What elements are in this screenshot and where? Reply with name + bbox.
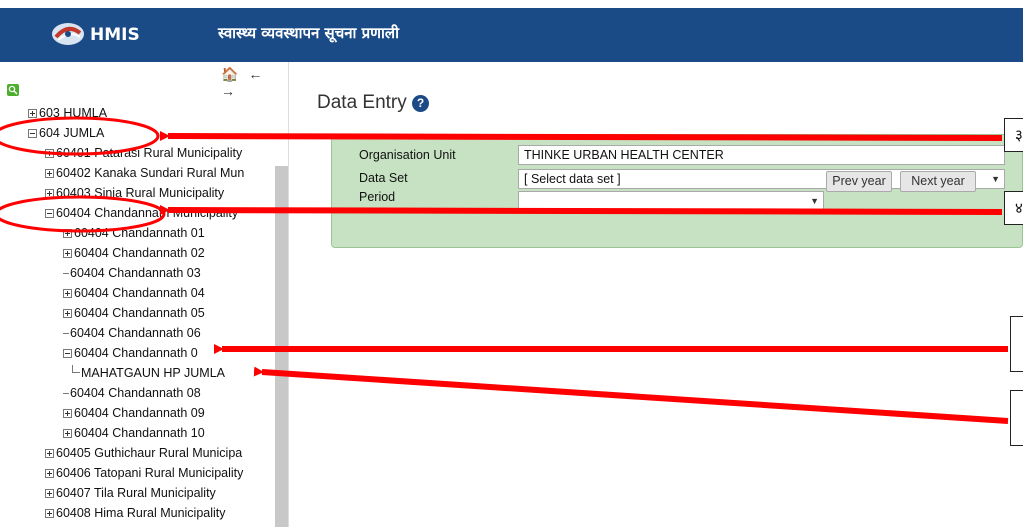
tree-item-label: 60405 Guthichaur Rural Municipa bbox=[56, 446, 243, 460]
expand-icon[interactable] bbox=[63, 289, 72, 298]
org-unit-field[interactable]: THINKE URBAN HEALTH CENTER bbox=[518, 145, 1005, 165]
chevron-down-icon: ▼ bbox=[810, 196, 819, 206]
sidebar-scrollbar[interactable] bbox=[275, 166, 288, 527]
org-unit-sidebar: 🏠 ← → 603 HUMLA 604 JUMLA 60401 Patarasi R… bbox=[0, 62, 289, 527]
help-icon[interactable]: ? bbox=[412, 95, 430, 112]
collapse-icon[interactable] bbox=[45, 209, 54, 218]
tree-item[interactable]: 60404 Chandannath 03 bbox=[63, 263, 201, 283]
tree-item-label: 60404 Chandannath 08 bbox=[70, 386, 201, 400]
tree-item-label: 60404 Chandannath 02 bbox=[74, 246, 205, 260]
expand-icon[interactable] bbox=[45, 149, 54, 158]
tree-connector bbox=[63, 273, 69, 275]
expand-icon[interactable] bbox=[28, 109, 37, 118]
tree-item[interactable]: 603 HUMLA bbox=[28, 103, 107, 123]
search-icon[interactable] bbox=[7, 84, 19, 96]
tree-item-label: 60406 Tatopani Rural Municipality bbox=[56, 466, 244, 480]
tree-item[interactable]: 60404 Chandannath 06 bbox=[63, 323, 201, 343]
tree-item[interactable]: 60401 Patarasi Rural Municipality bbox=[45, 143, 242, 163]
tree-item-label: 60404 Chandannath 05 bbox=[74, 306, 205, 320]
tree-item[interactable]: 60404 Chandannath 02 bbox=[63, 243, 205, 263]
callout-box: ४ bbox=[1004, 191, 1023, 225]
tree-item[interactable]: 60408 Hima Rural Municipality bbox=[45, 503, 226, 523]
app-subtitle: स्वास्थ्य व्यवस्थापन सूचना प्रणाली bbox=[218, 24, 399, 42]
tree-item[interactable]: 60407 Tila Rural Municipality bbox=[45, 483, 216, 503]
tree-connector bbox=[63, 333, 69, 335]
tree-item[interactable]: 604 JUMLA bbox=[28, 123, 104, 143]
tree-item[interactable]: 60404 Chandannath 0 bbox=[63, 343, 198, 363]
expand-icon[interactable] bbox=[63, 409, 72, 418]
tree-item[interactable]: 60404 Chandannath 04 bbox=[63, 283, 205, 303]
tree-item-label: 60407 Tila Rural Municipality bbox=[56, 486, 216, 500]
expand-icon[interactable] bbox=[63, 229, 72, 238]
expand-icon[interactable] bbox=[63, 309, 72, 318]
top-cropped-strip bbox=[0, 0, 1023, 8]
org-unit-label: Organisation Unit bbox=[359, 148, 456, 162]
page-title: Data Entry ? bbox=[317, 92, 430, 114]
tree-item[interactable]: 60405 Guthichaur Rural Municipa bbox=[45, 443, 242, 463]
page-title-text: Data Entry bbox=[317, 92, 407, 113]
expand-icon[interactable] bbox=[45, 169, 54, 178]
tree-item-label: 60401 Patarasi Rural Municipality bbox=[56, 146, 243, 160]
tree-item-label: 60402 Kanaka Sundari Rural Mun bbox=[56, 166, 245, 180]
tree-item-label: 60403 Sinja Rural Municipality bbox=[56, 186, 225, 200]
expand-icon[interactable] bbox=[45, 449, 54, 458]
callout-box bbox=[1010, 316, 1023, 372]
tree-item[interactable]: MAHATGAUN HP JUMLA bbox=[72, 363, 225, 383]
tree-item[interactable]: 60404 Chandannath 08 bbox=[63, 383, 201, 403]
expand-icon[interactable] bbox=[45, 489, 54, 498]
tree-item-label: 60404 Chandannath 03 bbox=[70, 266, 201, 280]
chevron-down-icon: ▼ bbox=[991, 174, 1000, 184]
collapse-icon[interactable] bbox=[63, 349, 72, 358]
tree-item[interactable]: 60404 Chandannath 01 bbox=[63, 223, 205, 243]
tree-item-label: 60404 Chandannath 09 bbox=[74, 406, 205, 420]
tree-item-label: 603 HUMLA bbox=[39, 106, 108, 120]
dataset-label: Data Set bbox=[359, 171, 408, 185]
expand-icon[interactable] bbox=[45, 509, 54, 518]
hmis-logo-icon bbox=[52, 23, 84, 45]
expand-icon[interactable] bbox=[63, 249, 72, 258]
dataset-select-value: [ Select data set ] bbox=[524, 172, 621, 186]
app-brand[interactable]: HMIS bbox=[90, 25, 140, 45]
tree-item-label: MAHATGAUN HP JUMLA bbox=[81, 366, 226, 380]
next-year-button[interactable]: Next year bbox=[900, 171, 976, 192]
tree-item-label: 604 JUMLA bbox=[39, 126, 105, 140]
tree-item-label: 60404 Chandannath 04 bbox=[74, 286, 205, 300]
period-select[interactable]: ▼ bbox=[518, 191, 824, 211]
prev-year-button[interactable]: Prev year bbox=[826, 171, 892, 192]
tree-item-label: 60404 Chandannath 10 bbox=[74, 426, 205, 440]
tree-item[interactable]: 60402 Kanaka Sundari Rural Mun bbox=[45, 163, 244, 183]
tree-item[interactable]: 60403 Sinja Rural Municipality bbox=[45, 183, 224, 203]
tree-item[interactable]: 60404 Chandannath 09 bbox=[63, 403, 205, 423]
sidebar-nav-icons[interactable]: 🏠 ← → bbox=[221, 66, 288, 99]
callout-box bbox=[1010, 390, 1023, 446]
tree-connector bbox=[63, 393, 69, 395]
expand-icon[interactable] bbox=[45, 469, 54, 478]
tree-connector bbox=[72, 365, 80, 373]
tree-item-label: 60404 Chandannath 0 bbox=[74, 346, 198, 360]
tree-item[interactable]: 60404 Chandannath 10 bbox=[63, 423, 205, 443]
app-header: HMIS स्वास्थ्य व्यवस्थापन सूचना प्रणाली bbox=[0, 8, 1023, 62]
collapse-icon[interactable] bbox=[28, 129, 37, 138]
tree-item-label: 60404 Chandannath Municipality bbox=[56, 206, 239, 220]
expand-icon[interactable] bbox=[63, 429, 72, 438]
expand-icon[interactable] bbox=[45, 189, 54, 198]
period-label: Period bbox=[359, 190, 396, 204]
tree-item-label: 60404 Chandannath 06 bbox=[70, 326, 201, 340]
tree-item[interactable]: 60404 Chandannath 05 bbox=[63, 303, 205, 323]
tree-item-label: 60404 Chandannath 01 bbox=[74, 226, 205, 240]
callout-box: ३ bbox=[1004, 118, 1023, 152]
tree-item[interactable]: 60404 Chandannath Municipality bbox=[45, 203, 238, 223]
tree-item[interactable]: 60406 Tatopani Rural Municipality bbox=[45, 463, 243, 483]
main-content: Data Entry ? Organisation Unit THINKE UR… bbox=[289, 62, 1023, 527]
tree-item-label: 60408 Hima Rural Municipality bbox=[56, 506, 226, 520]
